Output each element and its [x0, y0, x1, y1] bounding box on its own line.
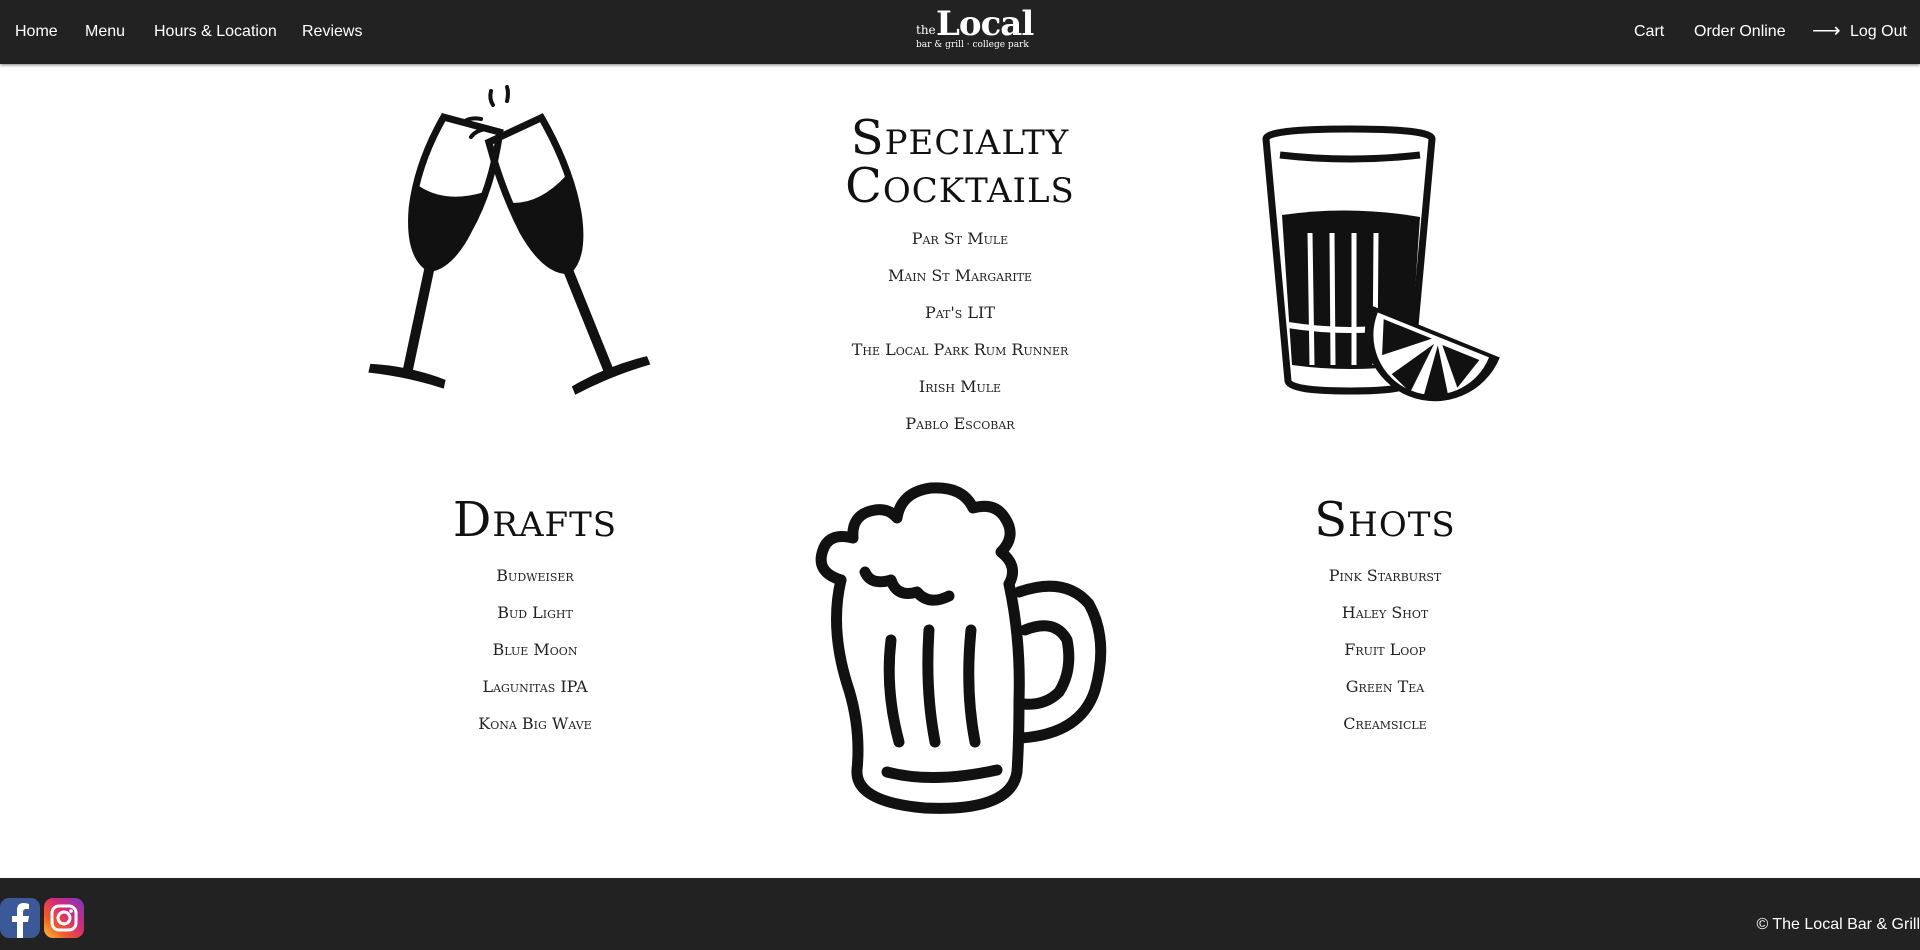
list-item: Blue Moon — [492, 640, 578, 659]
nav-reviews-link[interactable]: Reviews — [302, 0, 362, 64]
cocktails-title-line2: Cocktails — [845, 158, 1075, 214]
nav-home-link[interactable]: Home — [15, 0, 58, 64]
logout-link[interactable]: Log Out — [1850, 0, 1907, 64]
list-item: Haley Shot — [1341, 603, 1429, 622]
cocktails-list: Par St Mule Main St Margarite Pat's LIT … — [810, 220, 1110, 442]
list-item: Green Tea — [1345, 677, 1425, 696]
copyright-text: © The Local Bar & Grill — [1756, 916, 1920, 933]
nav-menu-link[interactable]: Menu — [85, 0, 125, 64]
list-item: Pablo Escobar — [905, 414, 1015, 433]
list-item: Pat's LIT — [924, 303, 996, 322]
list-item: The Local Park Rum Runner — [851, 340, 1069, 359]
site-logo[interactable]: the Local bar & grill · college park — [912, 6, 1034, 54]
list-item: Fruit Loop — [1344, 640, 1426, 659]
shots-section-title: Shots — [1314, 492, 1456, 548]
cart-link[interactable]: Cart — [1634, 0, 1664, 64]
nav-hours-location-link[interactable]: Hours & Location — [154, 0, 277, 64]
list-item: Bud Light — [497, 603, 573, 622]
list-item: Par St Mule — [911, 229, 1009, 248]
top-navigation-bar: Home Menu Hours & Location Reviews the L… — [0, 0, 1920, 64]
champagne-toast-icon — [368, 85, 651, 395]
list-item: Irish Mule — [918, 377, 1002, 396]
arrow-right-icon: ⟶ — [1812, 20, 1841, 42]
logo-the-text: the — [916, 23, 936, 37]
beer-mug-icon — [815, 482, 1107, 814]
list-item: Main St Margarite — [887, 266, 1033, 285]
page-footer — [0, 878, 1920, 950]
facebook-icon[interactable] — [0, 898, 40, 938]
shot-glass-lime-icon — [1262, 125, 1500, 402]
list-item: Pink Starburst — [1328, 566, 1442, 585]
list-item: Creamsicle — [1343, 714, 1427, 733]
list-item: Kona Big Wave — [478, 714, 592, 733]
shots-list: Pink Starburst Haley Shot Fruit Loop Gre… — [1270, 557, 1500, 742]
logo-tagline-text: bar & grill · college park — [916, 40, 1029, 50]
drafts-section-title: Drafts — [452, 492, 618, 548]
instagram-icon[interactable] — [44, 898, 84, 938]
list-item: Budweiser — [496, 566, 574, 585]
logo-name-text: Local — [936, 4, 1034, 44]
drafts-list: Budweiser Bud Light Blue Moon Lagunitas … — [420, 557, 650, 742]
list-item: Lagunitas IPA — [482, 677, 588, 696]
cocktails-section-title: Specialty Cocktails — [810, 114, 1110, 210]
order-online-link[interactable]: Order Online — [1694, 0, 1786, 64]
